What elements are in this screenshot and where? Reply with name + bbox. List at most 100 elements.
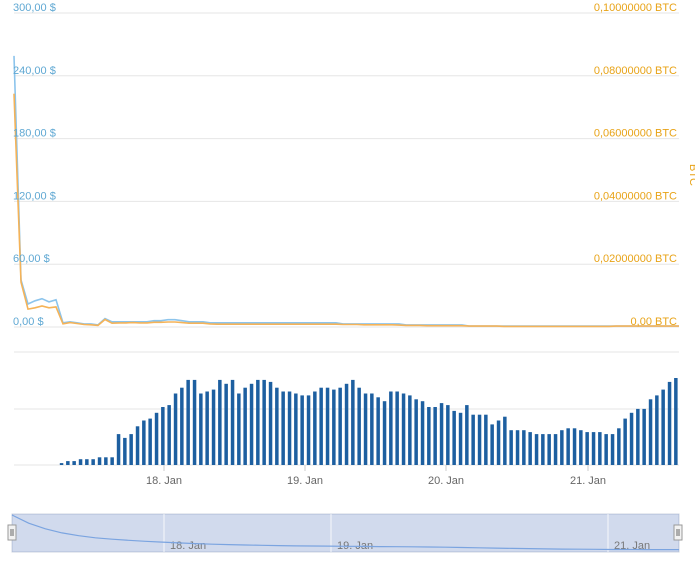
- volume-bar: [357, 387, 361, 465]
- volume-bar: [655, 395, 659, 465]
- volume-bar: [395, 391, 399, 465]
- x-tick-label: 21. Jan: [570, 475, 606, 487]
- volume-bar: [129, 434, 133, 465]
- volume-bar: [490, 424, 494, 465]
- volume-bar: [59, 463, 64, 465]
- navigator-handle-right[interactable]: [673, 524, 683, 541]
- volume-bar: [509, 430, 513, 465]
- handle-body: [673, 524, 683, 541]
- navigator[interactable]: 18. Jan 19. Jan 21. Jan: [7, 513, 683, 553]
- volume-bar: [135, 426, 140, 465]
- volume-bar: [243, 387, 247, 465]
- volume-bar: [110, 457, 114, 465]
- volume-bar: [433, 407, 437, 465]
- volume-bar: [180, 387, 184, 465]
- volume-bar: [363, 393, 368, 465]
- volume-bar: [370, 393, 374, 465]
- volume-bar: [579, 430, 583, 465]
- series-line-btc: [13, 93, 679, 328]
- volume-bar: [161, 407, 165, 465]
- volume-bar: [522, 430, 526, 465]
- volume-bar: [313, 391, 317, 465]
- volume-bar: [154, 412, 159, 465]
- volume-bar: [439, 403, 444, 465]
- volume-bar: [604, 434, 608, 465]
- volume-bar: [173, 393, 178, 465]
- volume-bar: [458, 412, 463, 465]
- volume-bar: [167, 405, 171, 465]
- volume-bar: [344, 383, 349, 465]
- volume-bar: [629, 412, 634, 465]
- volume-bar: [572, 428, 577, 465]
- volume-bar: [142, 420, 146, 465]
- volume-bar: [211, 389, 216, 465]
- volume-bar: [249, 383, 254, 465]
- x-tick-label: 20. Jan: [428, 475, 464, 487]
- y-tick-usd-label: 300,00 $: [13, 2, 56, 14]
- volume-bar: [376, 397, 380, 465]
- volume-bar: [224, 383, 228, 465]
- volume-bar: [192, 379, 197, 465]
- volume-bar: [78, 459, 83, 465]
- navigator-handle-left[interactable]: [7, 524, 17, 541]
- volume-bar: [338, 387, 342, 465]
- x-tick-label: 18. Jan: [146, 475, 182, 487]
- volume-bar: [617, 428, 621, 465]
- volume-bar: [541, 434, 545, 465]
- volume-bar: [262, 379, 266, 465]
- volume-bar: [471, 414, 475, 465]
- navigator-tick-label: 21. Jan: [614, 540, 650, 552]
- volume-bar: [268, 381, 273, 465]
- volume-bar: [547, 434, 551, 465]
- volume-bar: [408, 395, 412, 465]
- y-tick-btc-label: 0,08000000 BTC: [594, 65, 677, 77]
- volume-bar: [91, 459, 95, 465]
- volume-bar: [205, 391, 209, 465]
- volume-bar: [401, 393, 406, 465]
- volume-bar: [446, 405, 450, 465]
- volume-bar: [85, 459, 89, 465]
- volume-bar: [281, 391, 285, 465]
- volume-bar: [332, 389, 336, 465]
- volume-bar: [496, 420, 501, 465]
- volume-bar: [389, 391, 393, 465]
- y-tick-btc-label: 0,02000000 BTC: [594, 253, 677, 265]
- volume-bar: [319, 387, 323, 465]
- volume-bar: [585, 432, 589, 465]
- volume-plot: [59, 378, 678, 465]
- volume-bar: [667, 381, 672, 465]
- volume-bar: [199, 393, 203, 465]
- volume-bar: [503, 416, 507, 465]
- volume-bar: [465, 405, 469, 465]
- volume-bar: [287, 391, 292, 465]
- btc-axis-title: BTC: [687, 164, 695, 186]
- y-tick-usd-label: 120,00 $: [13, 190, 56, 202]
- x-tick-label: 19. Jan: [287, 475, 323, 487]
- chart-svg: 0,00 $ 0,00 BTC 60,00 $ 0,02000000 BTC 120,0…: [7, 2, 695, 553]
- y-tick-btc-label: 0,04000000 BTC: [594, 190, 677, 202]
- volume-bar: [591, 432, 596, 465]
- volume-bar: [484, 414, 488, 465]
- volume-bar: [256, 379, 260, 465]
- volume-bar: [104, 457, 108, 465]
- volume-bar: [420, 401, 425, 465]
- volume-bar: [230, 379, 235, 465]
- volume-bar: [636, 408, 640, 465]
- series-line-usd: [13, 55, 679, 327]
- y-tick-usd-label: 60,00 $: [13, 253, 50, 265]
- volume-bar: [534, 434, 539, 465]
- price-plot: [13, 55, 679, 328]
- volume-bar: [528, 432, 532, 465]
- volume-bar: [414, 399, 418, 465]
- volume-bar: [642, 408, 646, 465]
- handle-body: [7, 524, 17, 541]
- volume-bar: [623, 418, 627, 465]
- volume-bar: [566, 428, 570, 465]
- volume-bar: [452, 410, 456, 465]
- volume-bar: [515, 430, 520, 465]
- y-tick-usd-label: 180,00 $: [13, 128, 56, 140]
- y-tick-usd-label: 240,00 $: [13, 65, 56, 77]
- volume-bar: [72, 461, 76, 465]
- volume-bar: [300, 395, 304, 465]
- price-chart: 0,00 $ 0,00 BTC 60,00 $ 0,02000000 BTC 120,0…: [0, 0, 695, 564]
